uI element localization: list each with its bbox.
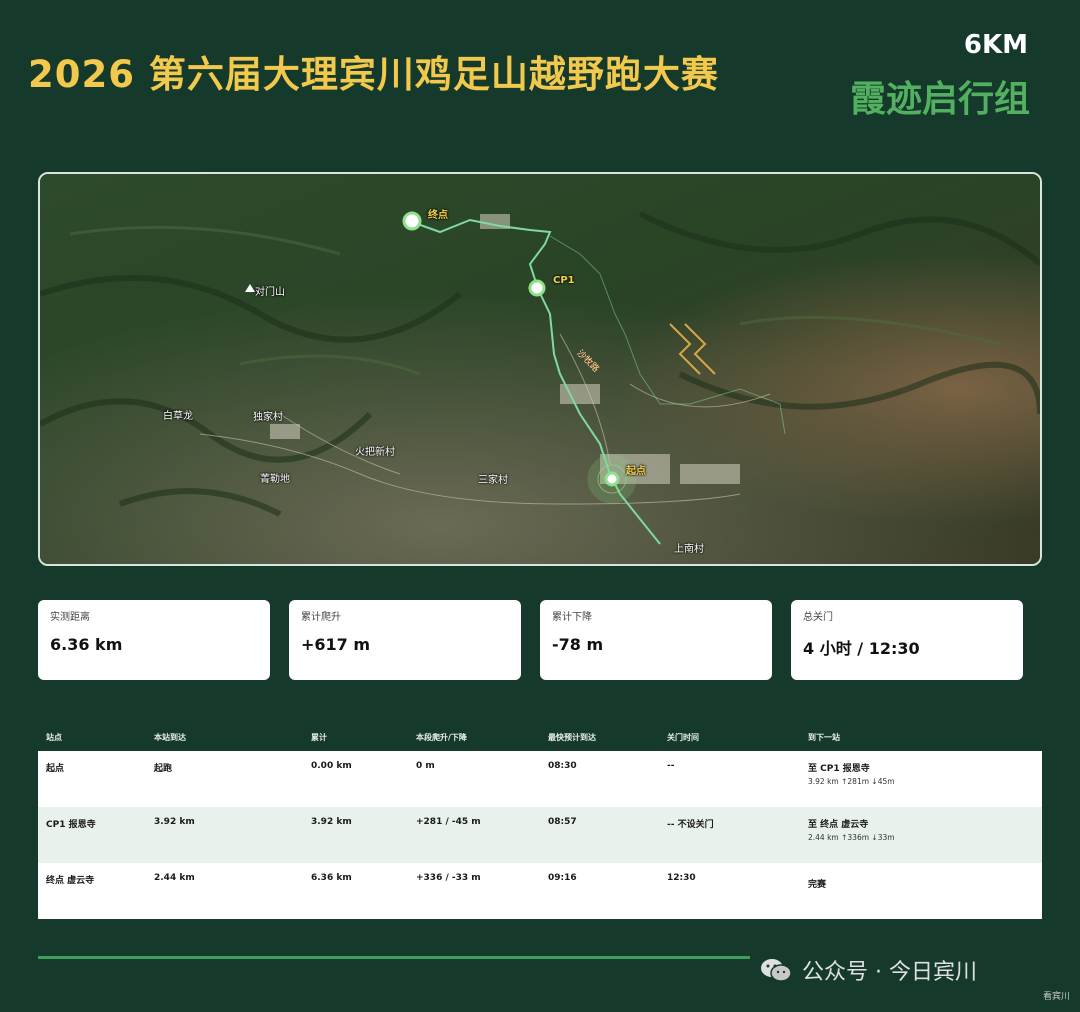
table-row: CP1 报恩寺 3.92 km 3.92 km +281 / -45 m 08:…: [38, 807, 1042, 863]
wechat-icon: [760, 957, 792, 983]
race-title: 2026 第六届大理宾川鸡足山越野跑大赛: [28, 53, 719, 96]
col-gain: 本段爬升/下降: [416, 733, 467, 742]
cp1-marker: [528, 279, 546, 297]
cell-eta: 09:16: [548, 873, 577, 883]
cell-station: 终点 虚云寺: [46, 876, 95, 886]
cell-arrive: 2.44 km: [154, 873, 195, 883]
group-name: 霞迹启行组: [849, 79, 1030, 120]
cell-eta: 08:57: [548, 817, 577, 827]
stat-label: 累计下降: [552, 612, 592, 623]
col-arrive: 本站到达: [154, 733, 186, 742]
col-eta: 最快预计到达: [548, 733, 596, 742]
col-cumulative: 累计: [311, 733, 327, 742]
cell-cutoff: --: [667, 761, 675, 771]
table-row: 终点 虚云寺 2.44 km 6.36 km +336 / -33 m 09:1…: [38, 863, 1042, 919]
stat-card-cutoff: 总关门 4 小时 / 12:30: [791, 600, 1023, 680]
cp1-label: CP1: [553, 275, 575, 286]
stats-row: 实测距离 6.36 km 累计爬升 +617 m 累计下降 -78 m 总关门 …: [38, 600, 1024, 680]
stat-value: 6.36 km: [50, 635, 123, 654]
place-dujiacun: 独家村: [253, 412, 283, 423]
corner-watermark: 看宾川: [1042, 992, 1070, 1002]
map-terrain: [40, 174, 1040, 564]
cell-next-detail: 3.92 km ↑281m ↓45m: [808, 777, 895, 786]
place-huobaxincun: 火把新村: [355, 447, 395, 458]
col-next: 到下一站: [808, 733, 840, 742]
stat-label: 总关门: [803, 612, 833, 623]
place-shangnancun: 上南村: [674, 544, 704, 555]
start-label: 起点: [626, 466, 646, 477]
cell-next: 至 终点 虚云寺: [808, 820, 869, 830]
cell-station: 起点: [46, 764, 65, 774]
cell-cumulative: 3.92 km: [311, 817, 352, 827]
start-marker: [604, 471, 620, 487]
table-header: 站点 本站到达 累计 本段爬升/下降 最快预计到达 关门时间 到下一站: [38, 722, 1042, 751]
cell-gain: 0 m: [416, 761, 435, 771]
table-row: 起点 起跑 0.00 km 0 m 08:30 -- 至 CP1 报恩寺 3.9…: [38, 751, 1042, 807]
finish-marker: [402, 211, 422, 231]
cell-eta: 08:30: [548, 761, 577, 771]
finish-label: 终点: [428, 210, 448, 221]
stat-label: 实测距离: [50, 612, 90, 623]
cell-next: 至 CP1 报恩寺: [808, 764, 870, 774]
place-sanjiacun: 三家村: [478, 475, 508, 486]
stat-card-descent: 累计下降 -78 m: [540, 600, 772, 680]
cell-cutoff: -- 不设关门: [667, 820, 714, 830]
cell-next-detail: 2.44 km ↑336m ↓33m: [808, 833, 895, 842]
cell-next: 完赛: [808, 880, 827, 890]
cell-gain: +281 / -45 m: [416, 817, 481, 827]
watermark-text: 公众号 · 今日宾川: [802, 960, 977, 985]
watermark: 公众号 · 今日宾川: [760, 954, 977, 986]
cell-station: CP1 报恩寺: [46, 820, 96, 830]
mountain-label: 对门山: [255, 287, 285, 298]
cell-gain: +336 / -33 m: [416, 873, 481, 883]
place-baicaolong: 白草龙: [163, 411, 193, 422]
stat-value: 4 小时 / 12:30: [803, 639, 920, 658]
cell-cumulative: 0.00 km: [311, 761, 352, 771]
cell-cutoff: 12:30: [667, 873, 696, 883]
cell-arrive: 起跑: [154, 764, 173, 774]
stat-label: 累计爬升: [301, 612, 341, 623]
col-station: 站点: [46, 733, 62, 742]
footer-divider: [38, 956, 750, 959]
stat-value: -78 m: [552, 635, 604, 654]
stat-card-ascent: 累计爬升 +617 m: [289, 600, 521, 680]
route-map[interactable]: 终点 CP1 起点 对门山 沙牧路 白草龙 独家村 火把新村 菁勒地 三家村 上…: [38, 172, 1042, 566]
schedule-table: 站点 本站到达 累计 本段爬升/下降 最快预计到达 关门时间 到下一站 起点 起…: [38, 722, 1042, 919]
col-cutoff: 关门时间: [667, 733, 699, 742]
place-qinledi: 菁勒地: [260, 474, 290, 485]
cell-cumulative: 6.36 km: [311, 873, 352, 883]
distance-label: 6KM: [963, 30, 1028, 60]
stat-card-distance: 实测距离 6.36 km: [38, 600, 270, 680]
cell-arrive: 3.92 km: [154, 817, 195, 827]
stat-value: +617 m: [301, 635, 371, 654]
